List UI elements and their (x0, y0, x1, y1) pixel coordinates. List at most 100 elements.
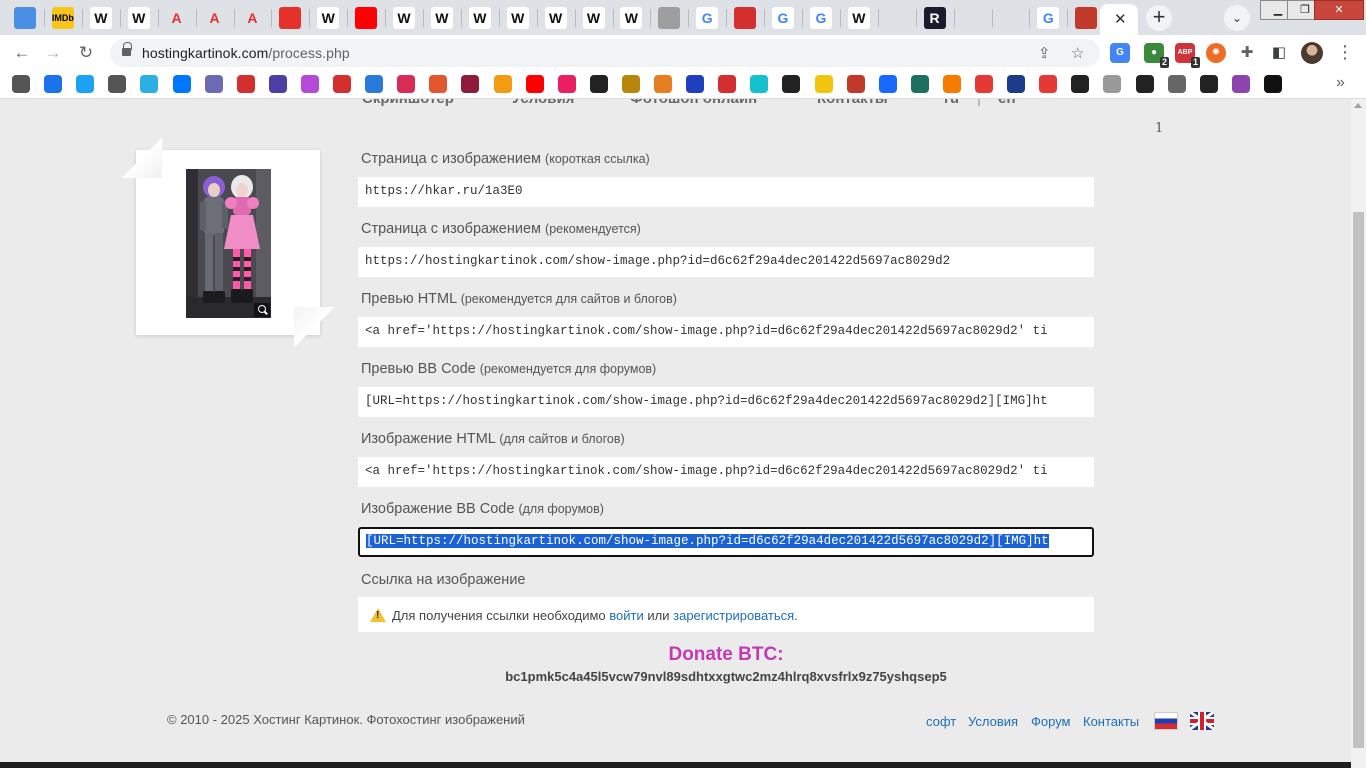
wikipedia-icon[interactable]: W (847, 7, 870, 29)
bookmark-favicon-icon[interactable] (975, 75, 993, 93)
more-bookmarks-icon[interactable]: » (1336, 74, 1345, 92)
r-logo-icon[interactable]: R (923, 7, 946, 29)
youtube-icon[interactable] (355, 7, 378, 29)
imdb-icon[interactable]: IMDb (51, 7, 74, 29)
bookmark-favicon-icon[interactable] (204, 75, 223, 93)
bookmark-favicon-icon[interactable] (365, 75, 384, 93)
bookmark-favicon-icon[interactable] (1263, 75, 1282, 93)
bookmark-favicon-icon[interactable] (846, 75, 865, 93)
scrollbar-thumb[interactable] (1353, 212, 1364, 748)
bookmark-favicon-icon[interactable] (686, 75, 705, 93)
wikipedia-icon[interactable]: W (89, 7, 112, 29)
art-icon[interactable] (1075, 7, 1098, 29)
adblock-plus-icon[interactable]: ABP 1 (1175, 43, 1200, 68)
menu-lang-en[interactable]: en (998, 99, 1016, 107)
footer-link-terms[interactable]: Условия (968, 714, 1018, 729)
bookmark-favicon-icon[interactable] (1231, 75, 1250, 93)
register-link[interactable]: зарегистрироваться (673, 608, 794, 623)
google-icon[interactable]: G (1037, 7, 1060, 29)
bookmark-favicon-icon[interactable] (12, 75, 30, 93)
google-icon[interactable]: G (809, 7, 832, 29)
tab-search-button[interactable]: ⌄ (1224, 5, 1250, 31)
close-tab-icon[interactable]: ✕ (1114, 10, 1127, 28)
english-flag-icon[interactable] (1190, 712, 1214, 730)
menu-contacts[interactable]: Контакты (817, 99, 888, 107)
side-panel-icon[interactable]: ◧ (1269, 43, 1289, 63)
scroll-up-arrow-icon[interactable] (1354, 103, 1362, 108)
login-link[interactable]: войти (609, 608, 643, 623)
bookmark-favicon-icon[interactable] (589, 75, 608, 93)
bookmark-favicon-icon[interactable] (910, 75, 929, 93)
url-text[interactable]: hostingkartinok.com/process.php (142, 45, 350, 61)
bar-chart-icon[interactable] (14, 7, 36, 29)
reload-button[interactable]: ↻ (73, 41, 99, 65)
red-a-icon[interactable]: A (241, 7, 263, 29)
bookmark-favicon-icon[interactable] (1135, 75, 1154, 93)
bookmark-favicon-icon[interactable] (878, 75, 897, 93)
image-bbcode-input[interactable]: [URL=https://hostingkartinok.com/show-im… (358, 527, 1094, 557)
wikipedia-icon[interactable]: W (317, 7, 340, 29)
bookmark-favicon-icon[interactable] (1007, 75, 1026, 93)
short-page-link-input[interactable]: https://hkar.ru/1a3E0 (358, 177, 1094, 207)
wikipedia-icon[interactable]: W (393, 7, 415, 29)
app-icon[interactable] (734, 7, 757, 29)
bookmark-favicon-icon[interactable] (429, 75, 448, 93)
bookmark-favicon-icon[interactable] (621, 75, 640, 93)
bookmark-favicon-icon[interactable] (654, 75, 672, 93)
bookmark-favicon-icon[interactable] (750, 75, 769, 93)
bookmark-favicon-icon[interactable] (1167, 75, 1186, 93)
footer-link-contacts[interactable]: Контакты (1083, 714, 1139, 729)
record-icon[interactable] (279, 7, 302, 29)
bookmark-favicon-icon[interactable] (525, 75, 544, 93)
bookmark-favicon-icon[interactable] (76, 75, 95, 93)
forward-button[interactable]: → (40, 41, 66, 65)
bookmark-favicon-icon[interactable] (172, 75, 191, 93)
bird-icon[interactable] (962, 7, 984, 29)
bookmark-favicon-icon[interactable] (1199, 75, 1218, 93)
wikipedia-icon[interactable]: W (468, 7, 491, 29)
extension-icon[interactable]: ● 2 (1144, 43, 1169, 68)
bookmark-favicon-icon[interactable] (718, 75, 737, 93)
lock-icon[interactable] (122, 42, 132, 58)
bookmark-favicon-icon[interactable] (942, 75, 961, 93)
wikipedia-icon[interactable]: W (430, 7, 453, 29)
wikipedia-icon[interactable]: W (620, 7, 643, 29)
new-tab-button[interactable]: + (1146, 5, 1172, 31)
russian-flag-icon[interactable] (1154, 712, 1178, 730)
wikipedia-icon[interactable]: W (582, 7, 605, 29)
menu-terms[interactable]: Условия (512, 99, 574, 107)
address-bar[interactable]: hostingkartinok.com/process.php ⇪ ☆ (110, 39, 1100, 67)
google-icon[interactable]: G (696, 7, 719, 29)
share-icon[interactable]: ⇪ (1038, 44, 1051, 62)
red-a-icon[interactable]: A (204, 7, 226, 29)
preview-html-input[interactable]: <a href='https://hostingkartinok.com/sho… (358, 317, 1094, 347)
red-a-icon[interactable]: A (166, 7, 188, 29)
page-link-input[interactable]: https://hostingkartinok.com/show-image.p… (358, 247, 1094, 277)
city-icon[interactable] (886, 7, 908, 29)
bookmark-favicon-icon[interactable] (333, 75, 351, 93)
translate-extension-icon[interactable]: G (1110, 43, 1130, 63)
bookmark-favicon-icon[interactable] (236, 75, 255, 93)
bookmark-favicon-icon[interactable] (557, 75, 576, 93)
footer-link-soft[interactable]: софт (926, 714, 956, 729)
menu-photoshop-online[interactable]: Фотошоп онлайн (630, 99, 757, 107)
bookmark-favicon-icon[interactable] (1039, 75, 1058, 93)
extensions-puzzle-icon[interactable]: ✚ (1237, 43, 1257, 63)
profile-avatar[interactable] (1301, 42, 1323, 64)
bookmark-favicon-icon[interactable] (44, 75, 63, 93)
bookmark-favicon-icon[interactable] (1071, 75, 1090, 93)
video-icon[interactable] (658, 7, 681, 29)
bookmark-favicon-icon[interactable] (108, 75, 127, 93)
bookmark-favicon-icon[interactable] (814, 75, 833, 93)
google-icon[interactable]: G (772, 7, 794, 29)
browser-menu-icon[interactable]: ⋮ (1336, 41, 1354, 63)
page-scrollbar[interactable] (1351, 99, 1366, 768)
image-html-input[interactable]: <a href='https://hostingkartinok.com/sho… (358, 457, 1094, 487)
bookmark-favicon-icon[interactable] (140, 75, 159, 93)
zoom-icon[interactable] (254, 303, 270, 317)
close-window-button[interactable]: ✕ (1314, 0, 1364, 20)
preview-bbcode-input[interactable]: [URL=https://hostingkartinok.com/show-im… (358, 387, 1094, 417)
wikipedia-icon[interactable]: W (544, 7, 567, 29)
back-button[interactable]: ← (9, 41, 35, 65)
crescent-icon[interactable] (999, 7, 1021, 29)
